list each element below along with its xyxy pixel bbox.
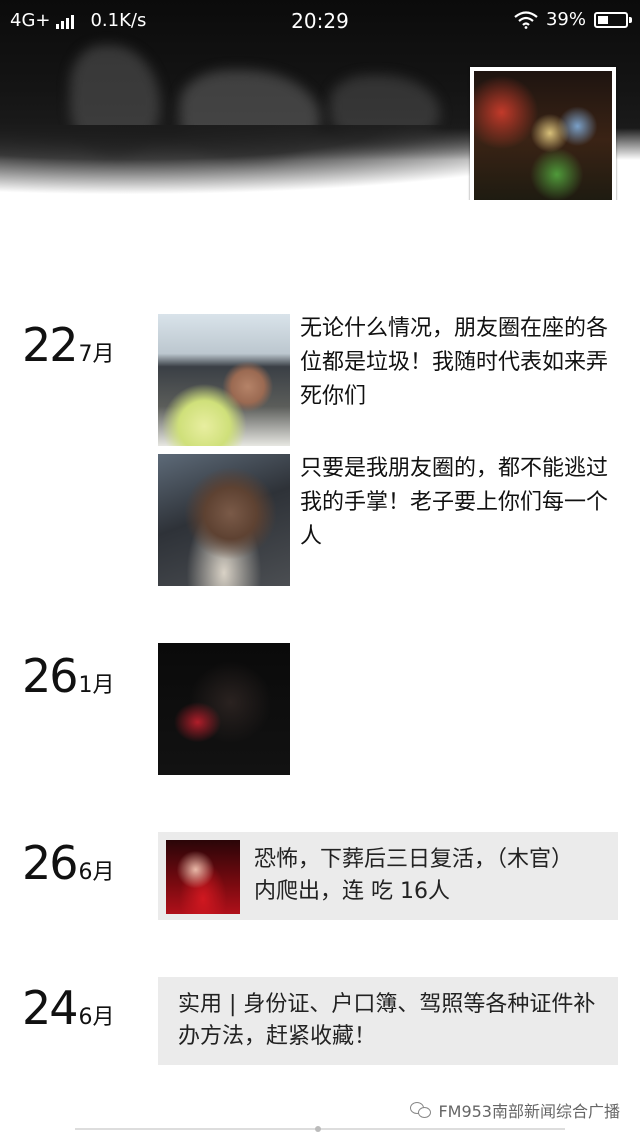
cover-header: 4G+ 0.1K/s 20:29 39%	[0, 0, 640, 200]
battery-percent: 39%	[545, 9, 586, 30]
date-month: 1月	[78, 673, 115, 698]
date-day: 22	[22, 318, 79, 372]
watermark: FM953南部新闻综合广播	[410, 1098, 620, 1122]
post-date: 26 1月	[22, 653, 115, 699]
article-title: 恐怖，下葬后三日复活，（木官）内爬出，连 吃 16人	[254, 847, 574, 904]
battery-icon	[594, 11, 632, 28]
wechat-icon	[410, 1102, 432, 1118]
post-date: 26 6月	[22, 840, 115, 886]
date-month: 7月	[78, 342, 115, 367]
status-bar: 4G+ 0.1K/s 20:29 39%	[0, 0, 640, 40]
shared-article-card[interactable]: 实用 | 身份证、户口簿、驾照等各种证件补办方法，赶紧收藏！	[158, 977, 618, 1065]
article-title: 实用 | 身份证、户口簿、驾照等各种证件补办方法，赶紧收藏！	[178, 992, 596, 1049]
watermark-text: FM953南部新闻综合广播	[438, 1102, 620, 1121]
post-photo[interactable]	[158, 643, 290, 775]
post-photo[interactable]	[158, 314, 290, 446]
scroll-indicator	[75, 1126, 565, 1132]
date-month: 6月	[78, 860, 115, 885]
article-thumbnail	[166, 840, 240, 914]
date-day: 26	[22, 649, 79, 703]
profile-avatar[interactable]	[470, 67, 616, 200]
date-day: 26	[22, 836, 79, 890]
post-date: 24 6月	[22, 985, 115, 1031]
date-day: 24	[22, 981, 79, 1035]
wifi-icon	[514, 10, 538, 29]
post-text[interactable]: 无论什么情况，朋友圈在座的各位都是垃圾！我随时代表如来弄死你们	[300, 312, 610, 414]
shared-article-card[interactable]: 恐怖，下葬后三日复活，（木官）内爬出，连 吃 16人	[158, 832, 618, 920]
post-date: 22 7月	[22, 322, 115, 368]
date-month: 6月	[78, 1005, 115, 1030]
post-text[interactable]: 只要是我朋友圈的，都不能逃过我的手掌！老子要上你们每一个人	[300, 452, 610, 554]
post-photo[interactable]	[158, 454, 290, 586]
